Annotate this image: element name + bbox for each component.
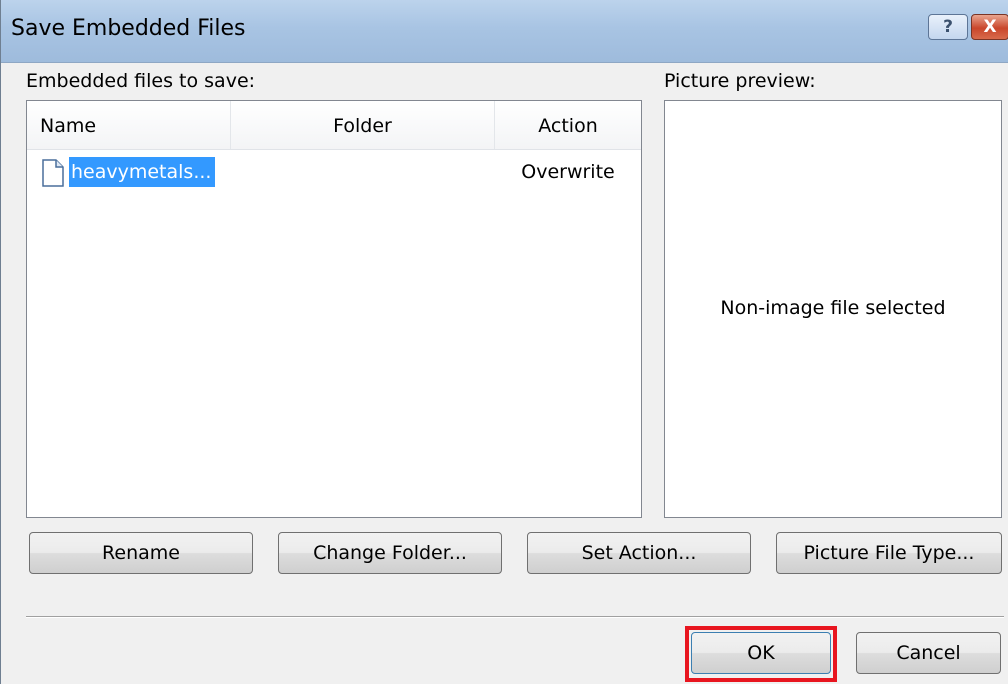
set-action-button[interactable]: Set Action... [527, 532, 751, 574]
rename-button[interactable]: Rename [29, 532, 253, 574]
preview-message: Non-image file selected [720, 297, 946, 319]
list-header: Name Folder Action [27, 101, 641, 150]
file-icon [42, 159, 64, 187]
dialog-title: Save Embedded Files [11, 16, 246, 41]
help-icon: ? [943, 17, 953, 37]
close-button[interactable]: X [971, 14, 1008, 40]
help-button[interactable]: ? [928, 14, 968, 40]
embedded-files-label: Embedded files to save: [26, 70, 256, 92]
close-icon: X [983, 17, 997, 37]
picture-file-type-button[interactable]: Picture File Type... [776, 532, 1002, 574]
column-header-name[interactable]: Name [27, 101, 231, 149]
ok-highlight-box [685, 626, 837, 682]
change-folder-button[interactable]: Change Folder... [278, 532, 502, 574]
picture-preview-label: Picture preview: [664, 70, 816, 92]
cancel-button[interactable]: Cancel [856, 632, 1001, 674]
file-name[interactable]: heavymetals... [69, 157, 216, 187]
list-item[interactable]: heavymetals... Overwrite [27, 153, 641, 191]
title-bar[interactable]: Save Embedded Files ? X [1, 0, 1008, 63]
file-action: Overwrite [521, 161, 615, 183]
separator [26, 616, 1004, 618]
embedded-files-list[interactable]: Name Folder Action heavymetals... Overwr… [26, 100, 642, 518]
column-header-action[interactable]: Action [495, 101, 641, 149]
picture-preview-pane: Non-image file selected [664, 100, 1002, 518]
save-embedded-files-dialog: Save Embedded Files ? X Embedded files t… [0, 0, 1008, 684]
column-header-folder[interactable]: Folder [231, 101, 495, 149]
